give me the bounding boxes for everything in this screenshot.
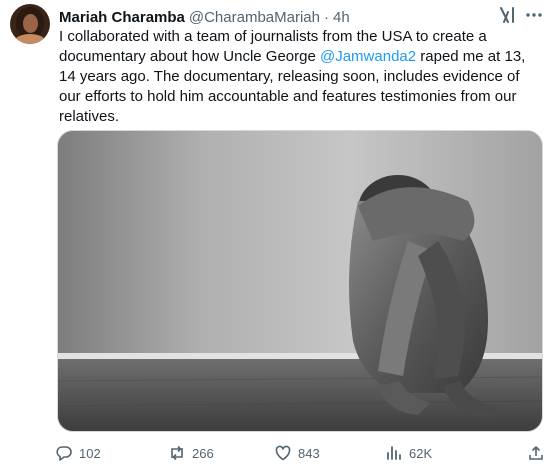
like-button[interactable]: 843 <box>274 442 320 464</box>
repost-count: 266 <box>192 445 214 461</box>
tweet-image-photo <box>58 131 542 431</box>
views-button[interactable]: 62K <box>385 442 432 464</box>
header-separator: · <box>324 8 329 26</box>
reply-count: 102 <box>79 445 101 461</box>
reply-icon <box>56 446 72 461</box>
repost-button[interactable]: 266 <box>168 442 214 464</box>
repost-icon <box>171 445 183 461</box>
more-icon[interactable] <box>524 5 544 25</box>
tweet-time[interactable]: 4h <box>333 9 350 26</box>
like-count: 843 <box>298 445 320 461</box>
like-icon <box>275 445 291 461</box>
views-count: 62K <box>409 445 433 461</box>
reply-button[interactable]: 102 <box>55 442 101 464</box>
tweet-image[interactable] <box>57 130 543 432</box>
avatar-shoulders <box>14 34 46 44</box>
author-name[interactable]: Mariah Charamba <box>59 9 185 26</box>
mention-link[interactable]: @Jamwanda2 <box>320 48 416 65</box>
grok-icon[interactable] <box>497 5 517 25</box>
views-icon <box>387 446 401 460</box>
tweet-text: I collaborated with a team of journalist… <box>59 27 545 127</box>
tweet-header: Mariah Charamba @CharambaMariah · 4h <box>59 7 350 27</box>
avatar-face <box>23 14 38 33</box>
share-button[interactable] <box>527 442 551 464</box>
share-icon <box>529 446 543 460</box>
action-bar: 102 266 843 62K <box>55 442 545 464</box>
author-handle[interactable]: @CharambaMariah <box>189 9 320 26</box>
avatar[interactable] <box>10 4 50 44</box>
tweet[interactable]: Mariah Charamba @CharambaMariah · 4h I c… <box>0 0 552 468</box>
